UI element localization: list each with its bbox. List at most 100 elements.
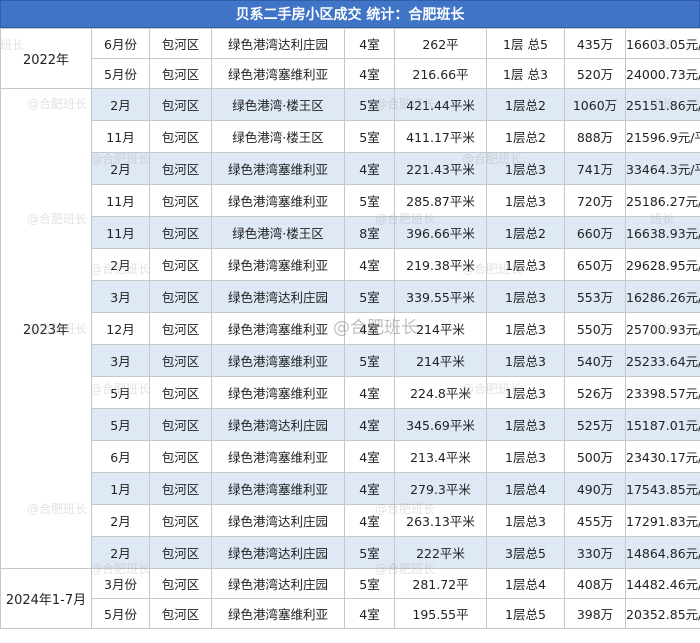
rooms-cell: 5室: [344, 88, 395, 121]
unit-price-cell: 16286.26元/平: [625, 280, 700, 313]
floor-cell: 1层总3: [486, 152, 565, 185]
month-cell: 6月份: [91, 28, 150, 59]
month-cell: 2月: [91, 88, 150, 121]
floor-cell: 1层总2: [486, 216, 565, 249]
table-row: 3月 包河区 绿色港湾达利庄园 5室 339.55平米 1层总3 553万 16286.26元…: [1, 280, 700, 313]
floor-cell: 1层总3: [486, 440, 565, 473]
district-cell: 包河区: [149, 598, 212, 629]
district-cell: 包河区: [149, 504, 212, 537]
month-cell: 6月: [91, 440, 150, 473]
district-cell: 包河区: [149, 312, 212, 345]
area-cell: 411.17平米: [394, 120, 487, 153]
month-cell: 3月: [91, 344, 150, 377]
district-cell: 包河区: [149, 248, 212, 281]
community-cell: 绿色港湾·楼王区: [211, 216, 345, 249]
rooms-cell: 5室: [344, 184, 395, 217]
price-cell: 526万: [564, 376, 626, 409]
area-cell: 279.3平米: [394, 472, 487, 505]
rooms-cell: 4室: [344, 312, 395, 345]
area-cell: 224.8平米: [394, 376, 487, 409]
price-cell: 520万: [564, 58, 626, 89]
price-cell: 435万: [564, 28, 626, 59]
rooms-cell: 4室: [344, 408, 395, 441]
price-cell: 888万: [564, 120, 626, 153]
floor-cell: 1层总4: [486, 568, 565, 599]
year-cell: 2024年1-7月: [0, 568, 92, 629]
month-cell: 11月: [91, 216, 150, 249]
transactions-table: 2022年 6月份 包河区 绿色港湾达利庄园 4室 262平 1层 总5 435万 16603.…: [0, 28, 700, 629]
floor-cell: 1层总3: [486, 248, 565, 281]
rooms-cell: 4室: [344, 248, 395, 281]
table-row: 5月包河区绿色港湾塞维利亚4室224.8平米1层总3526万23398.57元/…: [1, 376, 700, 409]
floor-cell: 3层总5: [486, 536, 565, 569]
table-row: 2022年 6月份 包河区 绿色港湾达利庄园 4室 262平 1层 总5 435万 16603.…: [0, 28, 700, 89]
floor-cell: 1层总3: [486, 376, 565, 409]
month-cell: 2月: [91, 536, 150, 569]
district-cell: 包河区: [149, 344, 212, 377]
area-cell: 214平米: [394, 312, 487, 345]
unit-price-cell: 25700.93元/平: [625, 312, 700, 345]
district-cell: 包河区: [149, 440, 212, 473]
unit-price-cell: 25186.27元/平: [625, 184, 700, 217]
month-cell: 11月: [91, 184, 150, 217]
unit-price-cell: 17291.83元/平: [625, 504, 700, 537]
area-cell: 195.55平: [394, 598, 487, 629]
price-cell: 550万: [564, 312, 626, 345]
month-cell: 2月: [91, 504, 150, 537]
floor-cell: 1层总2: [486, 88, 565, 121]
community-cell: 绿色港湾塞维利亚: [211, 184, 345, 217]
year-cell: 2022年: [0, 28, 92, 89]
month-cell: 3月: [91, 280, 150, 313]
community-cell: 绿色港湾塞维利亚: [211, 472, 345, 505]
district-cell: 包河区: [149, 152, 212, 185]
community-cell: 绿色港湾塞维利亚: [211, 376, 345, 409]
unit-price-cell: 24000.73元/平: [625, 58, 700, 89]
table-title: 贝系二手房小区成交 统计：合肥班长: [0, 0, 700, 28]
community-cell: 绿色港湾塞维利亚: [211, 152, 345, 185]
price-cell: 1060万: [564, 88, 626, 121]
area-cell: 213.4平米: [394, 440, 487, 473]
floor-cell: 1层总2: [486, 120, 565, 153]
rooms-cell: 4室: [344, 598, 395, 629]
unit-price-cell: 25233.64元/平: [625, 344, 700, 377]
price-cell: 553万: [564, 280, 626, 313]
table-row: 11月 包河区 绿色港湾塞维利亚 5室 285.87平米 1层总3 720万 25186.27…: [1, 184, 700, 217]
area-cell: 263.13平米: [394, 504, 487, 537]
month-cell: 11月: [91, 120, 150, 153]
price-cell: 398万: [564, 598, 626, 629]
community-cell: 绿色港湾达利庄园: [211, 408, 345, 441]
district-cell: 包河区: [149, 568, 212, 599]
floor-cell: 1层总3: [486, 184, 565, 217]
floor-cell: 1层总3: [486, 344, 565, 377]
community-cell: 绿色港湾达利庄园: [211, 280, 345, 313]
area-cell: 345.69平米: [394, 408, 487, 441]
unit-price-cell: 16638.93元/平: [625, 216, 700, 249]
district-cell: 包河区: [149, 408, 212, 441]
rooms-cell: 4室: [344, 58, 395, 89]
unit-price-cell: 17543.85元/平: [625, 472, 700, 505]
unit-price-cell: 20352.85元/平: [625, 598, 700, 629]
month-cell: 5月: [91, 408, 150, 441]
area-cell: 281.72平: [394, 568, 487, 599]
page: 贝系二手房小区成交 统计：合肥班长 2022年 6月份 包河区 绿色港湾达利庄园 4室 2…: [0, 0, 700, 643]
unit-price-cell: 15187.01元/平: [625, 408, 700, 441]
community-cell: 绿色港湾达利庄园: [211, 504, 345, 537]
district-cell: 包河区: [149, 216, 212, 249]
month-cell: 5月: [91, 376, 150, 409]
community-cell: 绿色港湾达利庄园: [211, 28, 345, 59]
table-row: 11月 包河区 绿色港湾·楼王区 8室 396.66平米 1层总2 660万 16638.93…: [1, 216, 700, 249]
price-cell: 650万: [564, 248, 626, 281]
area-cell: 219.38平米: [394, 248, 487, 281]
floor-cell: 1层 总3: [486, 58, 565, 89]
rooms-cell: 8室: [344, 216, 395, 249]
rooms-cell: 4室: [344, 440, 395, 473]
district-cell: 包河区: [149, 184, 212, 217]
floor-cell: 1层总3: [486, 408, 565, 441]
area-cell: 339.55平米: [394, 280, 487, 313]
community-cell: 绿色港湾达利庄园: [211, 568, 345, 599]
floor-cell: 1层 总5: [486, 28, 565, 59]
unit-price-cell: 29628.95元/平: [625, 248, 700, 281]
district-cell: 包河区: [149, 120, 212, 153]
floor-cell: 1层总5: [486, 598, 565, 629]
table-row: 2月 包河区 绿色港湾塞维利亚 4室 219.38平米 1层总3 650万 29628.95元…: [1, 248, 700, 281]
